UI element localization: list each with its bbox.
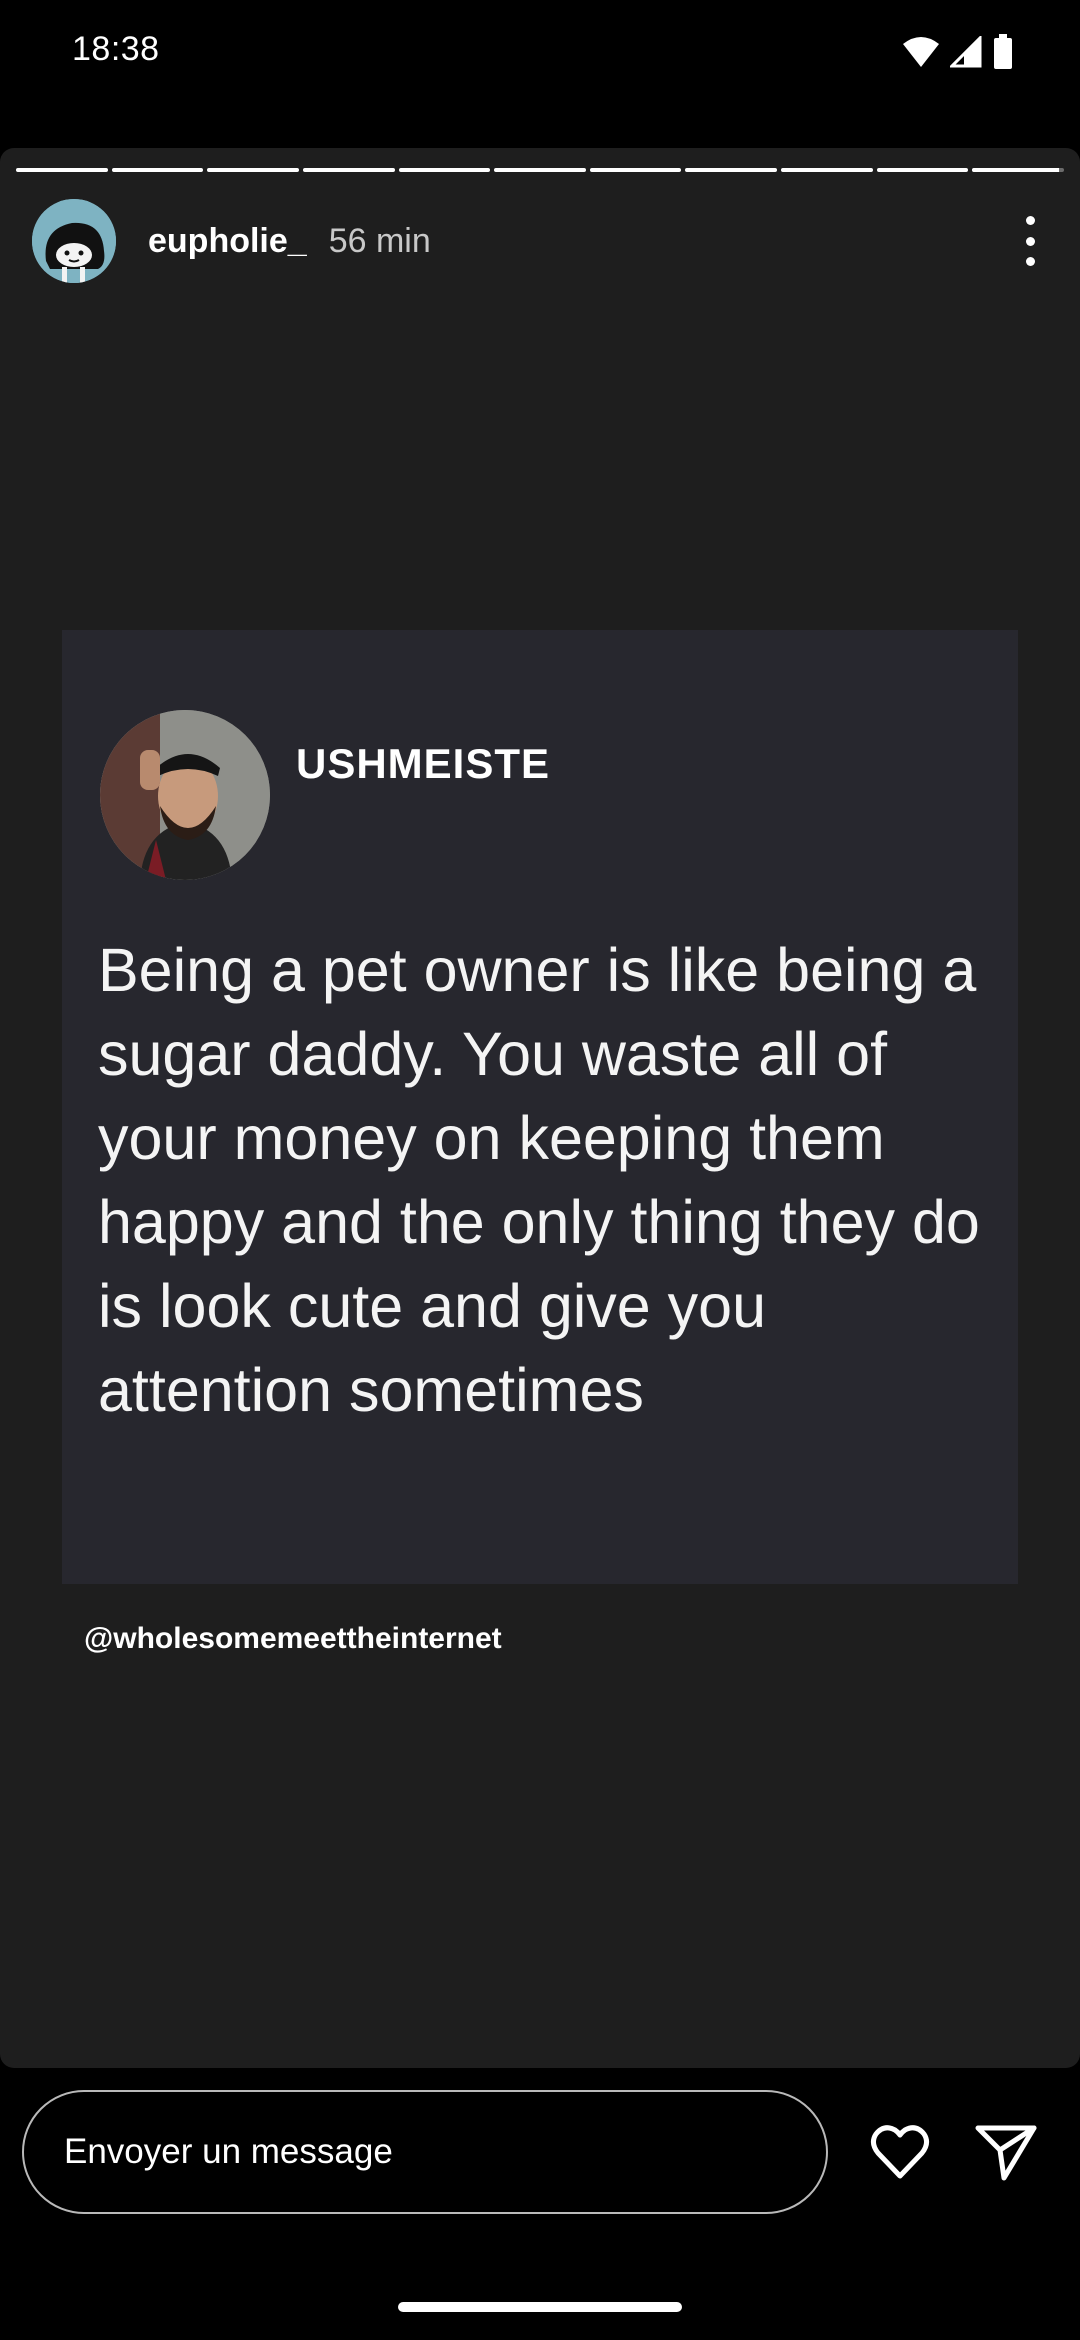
story-username[interactable]: eupholie_	[148, 222, 307, 261]
progress-segment	[781, 168, 873, 172]
story-viewer[interactable]: eupholie_ 56 min USHMEISTE Being a pet o…	[0, 148, 1080, 2068]
progress-segment-fill	[16, 168, 108, 172]
progress-segment	[589, 168, 682, 172]
send-icon[interactable]	[974, 2120, 1038, 2184]
battery-icon	[994, 34, 1012, 69]
progress-segment	[876, 168, 969, 172]
progress-segment	[111, 168, 204, 172]
heart-icon[interactable]	[868, 2120, 932, 2184]
progress-segment-fill	[302, 168, 395, 172]
post-author-name: USHMEISTE	[296, 740, 551, 787]
progress-segment	[398, 168, 491, 172]
progress-segment-fill	[876, 168, 969, 172]
progress-segment-fill	[685, 168, 778, 172]
story-time-ago: 56 min	[328, 221, 431, 260]
story-progress-bar	[16, 168, 1065, 172]
progress-segment	[16, 168, 108, 172]
author-photo-icon	[100, 710, 270, 880]
credit-mention[interactable]: @wholesomemeettheinternet	[84, 1622, 502, 1656]
post-image-card: USHMEISTE Being a pet owner is like bein…	[62, 630, 1018, 1584]
message-input[interactable]: Envoyer un message	[22, 2090, 828, 2214]
progress-segment-fill	[589, 168, 682, 172]
wifi-icon	[903, 37, 939, 67]
progress-segment-fill	[494, 168, 586, 172]
cellular-signal-icon	[950, 36, 982, 68]
avatar-cartoon-icon	[32, 199, 116, 283]
post-author-avatar	[100, 710, 270, 880]
story-header: eupholie_ 56 min	[32, 198, 1048, 284]
home-indicator[interactable]	[398, 2302, 682, 2312]
progress-segment	[302, 168, 395, 172]
progress-segment-fill	[207, 168, 299, 172]
avatar[interactable]	[32, 199, 116, 283]
progress-segment-fill	[111, 168, 204, 172]
progress-segment	[685, 168, 778, 172]
progress-segment	[972, 168, 1065, 172]
progress-segment	[207, 168, 299, 172]
progress-segment-fill	[781, 168, 873, 172]
more-options-icon[interactable]	[1012, 216, 1048, 266]
status-bar: 18:38	[0, 0, 1080, 110]
post-text: Being a pet owner is like being a sugar …	[98, 936, 980, 1424]
status-time: 18:38	[72, 30, 160, 68]
progress-segment-fill	[398, 168, 491, 172]
progress-segment-fill	[972, 168, 1060, 172]
progress-segment	[494, 168, 586, 172]
status-icons	[902, 34, 1014, 70]
message-input-placeholder: Envoyer un message	[64, 2132, 393, 2171]
